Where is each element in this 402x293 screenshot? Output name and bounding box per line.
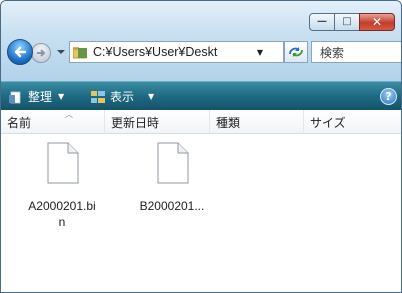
help-button[interactable]: ? [380,88,397,105]
views-label: 表示 [110,90,135,104]
file-name-line: n [58,215,66,229]
sort-ascending-icon: ︿ [65,110,73,119]
recent-pages-dropdown[interactable] [56,47,66,57]
back-button[interactable] [7,39,33,65]
organize-icon [9,91,21,103]
organize-label: 整理 [28,90,53,104]
maximize-button[interactable]: □ [334,13,360,31]
folder-icon [73,47,87,59]
file-icon [157,142,189,184]
command-bar: 整理 ▼ 表示 ▼ ? [1,81,401,110]
file-name-line: B2000201... [139,199,205,213]
file-item[interactable]: B2000201... [127,142,217,214]
file-name: A2000201.bi n [17,198,107,230]
views-dropdown-icon: ▼ [148,92,155,101]
chevron-down-icon[interactable]: ▼ [253,48,267,57]
refresh-button[interactable] [284,41,308,63]
column-header-label: 更新日時 [111,115,160,130]
column-header-label: 種類 [216,115,241,130]
refresh-icon [289,47,303,57]
column-header-name[interactable]: 名前 ︿ [1,110,105,134]
maximize-icon: □ [342,16,352,27]
organize-button[interactable]: 整理 ▼ [9,88,64,105]
views-icon [91,90,105,103]
search-input[interactable]: 検索 [311,41,401,63]
column-headers: 名前 ︿ 更新日時 種類 サイズ [1,110,401,134]
address-path[interactable]: C:¥Users¥User¥Deskt [93,45,253,59]
file-name-line: A2000201.bi [28,199,96,213]
organize-dropdown-icon: ▼ [58,92,65,101]
search-placeholder: 検索 [320,45,345,60]
forward-arrow-icon [37,49,46,57]
column-header-size[interactable]: サイズ [304,110,401,134]
column-header-type[interactable]: 種類 [210,110,304,134]
help-icon: ? [385,90,392,103]
back-arrow-icon [14,46,27,58]
file-name: B2000201... [127,198,217,214]
forward-button[interactable] [31,43,51,63]
file-item[interactable]: A2000201.bi n [17,142,107,230]
close-icon: ✕ [371,15,383,29]
explorer-window: — □ ✕ C:¥Users¥User¥Deskt ▼ 検索 整理 ▼ 表示 ▼… [0,0,402,293]
column-header-modified[interactable]: 更新日時 [105,110,210,134]
navigation-bar: C:¥Users¥User¥Deskt ▼ 検索 [7,39,401,65]
address-bar[interactable]: C:¥Users¥User¥Deskt ▼ [69,41,284,63]
column-header-label: 名前 [7,115,32,130]
file-list: A2000201.bi n B2000201... [1,134,401,292]
file-icon [47,142,79,184]
views-button[interactable]: 表示 ▼ [91,88,154,105]
minimize-button[interactable]: — [309,13,335,31]
minimize-icon: — [317,16,327,27]
caption-buttons: — □ ✕ [309,13,395,31]
close-button[interactable]: ✕ [359,13,395,31]
column-header-label: サイズ [310,115,346,130]
